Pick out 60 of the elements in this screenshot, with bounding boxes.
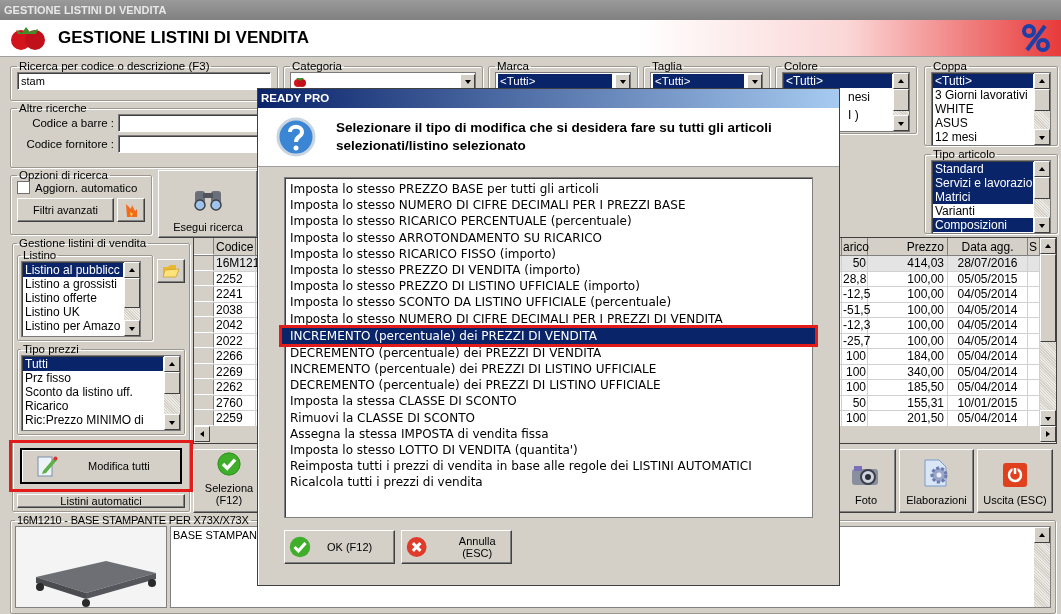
- group-label: Altre ricerche: [18, 102, 88, 114]
- table-cell: 50: [842, 395, 868, 410]
- group-label: Gestione listini di vendita: [18, 237, 148, 249]
- group-label: 16M1210 - BASE STAMPANTE PER X73X/X73X: [16, 514, 250, 526]
- table-cell: 04/05/2014: [948, 333, 1028, 348]
- table-cell: 2259: [214, 411, 256, 426]
- group-label: Coppa: [932, 60, 968, 72]
- group-label: Colore: [783, 60, 819, 72]
- table-cell: 2038: [214, 302, 256, 317]
- table-cell: 2022: [214, 333, 256, 348]
- table-cell: 05/04/2014: [948, 349, 1028, 364]
- table-cell: 28/07/2016: [948, 256, 1028, 271]
- table-cell: 16M121: [214, 256, 256, 271]
- table-cell: 100: [842, 380, 868, 395]
- table-cell: 04/05/2014: [948, 318, 1028, 333]
- table-cell: 2241: [214, 287, 256, 302]
- table-cell: 04/05/2014: [948, 287, 1028, 302]
- table-cell: 2269: [214, 364, 256, 379]
- table-cell: -25,7: [842, 333, 868, 348]
- table-cell: 201,50: [868, 411, 948, 426]
- table-cell: 100,00: [868, 271, 948, 286]
- table-cell: 100: [842, 349, 868, 364]
- table-cell: -12,3: [842, 318, 868, 333]
- group-label: Listino: [22, 249, 58, 261]
- table-cell: 414,03: [868, 256, 948, 271]
- dialog-message: Selezionare il tipo di modifica che si desidera fare su tutti gli articoli selezionati/listino selezionato: [336, 119, 773, 155]
- group-label: Ricerca per codice o descrizione (F3): [18, 60, 211, 72]
- table-cell: 04/05/2014: [948, 302, 1028, 317]
- group-label: Tipo prezzi: [22, 343, 80, 355]
- field-label: Codice fornitore :: [25, 138, 115, 150]
- window-title: GESTIONE LISTINI DI VENDITA: [0, 0, 1061, 20]
- table-cell: 155,31: [868, 395, 948, 410]
- dialog-title: READY PRO: [258, 89, 839, 108]
- table-cell: 05/04/2014: [948, 364, 1028, 379]
- field-label: Codice a barre :: [31, 117, 115, 129]
- table-cell: 2262: [214, 380, 256, 395]
- table-cell: -51,5: [842, 302, 868, 317]
- table-cell: 2266: [214, 349, 256, 364]
- table-cell: 184,00: [868, 349, 948, 364]
- table-cell: 340,00: [868, 364, 948, 379]
- group-label: Tipo articolo: [932, 148, 997, 160]
- table-cell: 100: [842, 411, 868, 426]
- table-cell: 2042: [214, 318, 256, 333]
- table-cell: 100: [842, 364, 868, 379]
- page-title: GESTIONE LISTINI DI VENDITA: [58, 28, 310, 48]
- table-cell: 2252: [214, 271, 256, 286]
- table-cell: 05/05/2015: [948, 271, 1028, 286]
- group-label: Marca: [496, 60, 530, 72]
- group-label: Taglia: [651, 60, 684, 72]
- table-cell: 185,50: [868, 380, 948, 395]
- table-cell: 10/01/2015: [948, 395, 1028, 410]
- checkbox-label: Aggiorn. automatico: [35, 181, 138, 194]
- group-label: Opzioni di ricerca: [18, 169, 109, 181]
- table-cell: 05/04/2014: [948, 380, 1028, 395]
- table-cell: 50: [842, 256, 868, 271]
- table-cell: -12,5: [842, 287, 868, 302]
- table-cell: 05/04/2014: [948, 411, 1028, 426]
- table-cell: 28,8: [842, 271, 868, 286]
- table-cell: 2760: [214, 395, 256, 410]
- group-label: Categoria: [291, 60, 343, 72]
